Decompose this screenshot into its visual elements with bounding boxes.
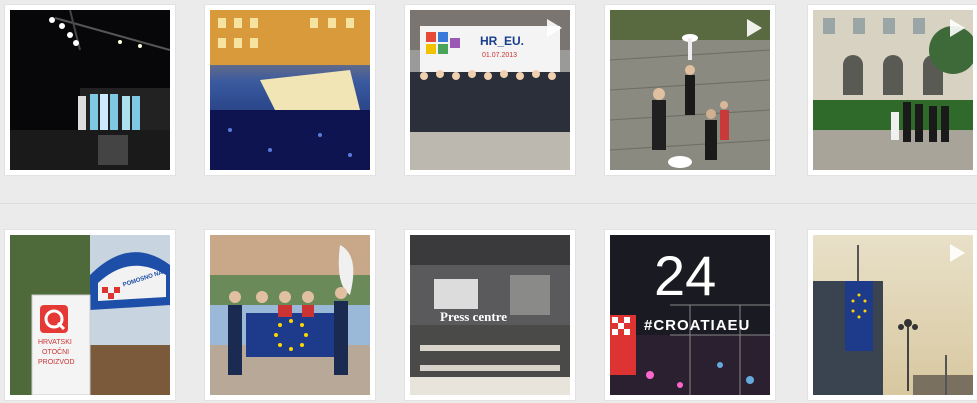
courtyard-reception-photo xyxy=(610,10,770,170)
countdown-number: 24 xyxy=(654,244,717,307)
garden-arrival-photo xyxy=(813,10,973,170)
sign-line-2: OTOČNI xyxy=(42,349,70,356)
eu-flag-group-photo xyxy=(210,235,370,395)
concert-stage-photo xyxy=(10,10,170,170)
product-stand-photo: POMOSNO NAŠE HRVATSKI OTOČNI PROIZVOD xyxy=(10,235,170,395)
photo-tile-countdown[interactable]: 24 #CROATIAEU xyxy=(605,230,775,400)
sign-line-1: HRVATSKI xyxy=(38,339,72,346)
video-play-icon[interactable] xyxy=(950,244,965,262)
hashtag-text: #CROATIAEU xyxy=(644,317,751,334)
photo-tile-concert[interactable] xyxy=(5,5,175,175)
video-play-icon[interactable] xyxy=(547,19,562,37)
night-square-crowd-photo xyxy=(210,10,370,170)
photo-tile-courtyard[interactable] xyxy=(605,5,775,175)
leaders-group-photo: HR_EU. 01.07.2013 xyxy=(410,10,570,170)
video-play-icon[interactable] xyxy=(747,19,762,37)
photo-tile-press-centre[interactable]: Press centre xyxy=(405,230,575,400)
photo-tile-flag-rooftop[interactable] xyxy=(808,230,977,400)
photo-tile-product-stand[interactable]: POMOSNO NAŠE HRVATSKI OTOČNI PROIZVOD xyxy=(5,230,175,400)
photo-tile-eu-flag[interactable] xyxy=(205,230,375,400)
press-centre-photo: Press centre xyxy=(410,235,570,395)
sign-title: HR_EU. xyxy=(480,34,525,48)
flag-rooftop-photo xyxy=(813,235,973,395)
video-play-icon[interactable] xyxy=(950,19,965,37)
sign-line-3: PROIZVOD xyxy=(38,359,75,366)
photo-tile-leaders[interactable]: HR_EU. 01.07.2013 xyxy=(405,5,575,175)
press-centre-caption: Press centre xyxy=(440,309,508,324)
croatiaeu-countdown-photo: 24 #CROATIAEU xyxy=(610,235,770,395)
photo-tile-night-square[interactable] xyxy=(205,5,375,175)
sign-date: 01.07.2013 xyxy=(482,52,518,59)
row-divider xyxy=(0,203,977,204)
photo-tile-garden[interactable] xyxy=(808,5,977,175)
